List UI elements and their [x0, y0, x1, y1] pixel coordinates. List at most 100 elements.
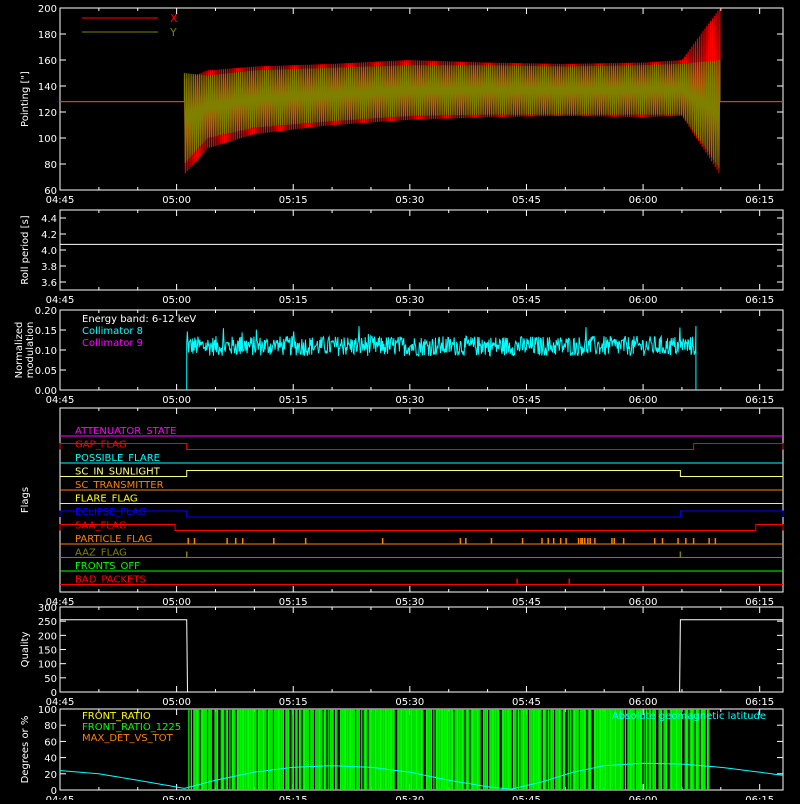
y-tick-label: 0.00 — [35, 386, 57, 397]
x-tick-label: 06:15 — [745, 395, 774, 406]
front-ratio-1225-bar — [595, 709, 597, 790]
front-ratio-1225-bar — [599, 709, 602, 790]
y-tick-label: 60 — [44, 737, 57, 748]
x-tick-label: 05:15 — [279, 597, 308, 608]
front-ratio-1225-bar — [234, 709, 236, 790]
front-ratio-1225-bar — [587, 709, 589, 790]
front-ratio-1225-bar — [267, 709, 270, 790]
front-ratio-1225-bar — [241, 709, 243, 790]
front-ratio-1225-bar — [557, 709, 559, 790]
front-ratio-1225-bar — [311, 709, 313, 790]
front-ratio-1225-bar — [353, 709, 355, 790]
front-ratio-1225-bar — [420, 709, 423, 790]
front-ratio-1225-bar — [341, 709, 343, 790]
front-ratio-1225-bar — [512, 709, 515, 790]
front-ratio-1225-bar — [577, 709, 579, 790]
front-ratio-1225-bar — [604, 709, 607, 790]
x-tick-label: 05:30 — [395, 597, 424, 608]
front-ratio-1225-bar — [399, 709, 401, 790]
front-ratio-1225-bar — [351, 709, 353, 790]
y-tick-label: 4.4 — [41, 214, 57, 225]
front-ratio-1225-bar — [335, 709, 337, 790]
front-ratio-1225-bar — [478, 709, 480, 790]
front-ratio-1225-bar — [305, 709, 307, 790]
front-ratio-1225-bar — [315, 709, 317, 790]
y-tick-label: 200 — [38, 631, 57, 642]
front-ratio-1225-bar — [320, 709, 322, 790]
front-ratio-1225-bar — [264, 709, 266, 790]
front-ratio-1225-bar — [596, 709, 598, 790]
front-ratio-1225-bar — [345, 709, 347, 790]
x-tick-label: 06:15 — [745, 597, 774, 608]
front-ratio-1225-bar — [540, 709, 542, 790]
y-tick-label: 200 — [38, 4, 57, 15]
front-ratio-1225-bar — [525, 709, 527, 790]
front-ratio-1225-bar — [317, 709, 319, 790]
front-ratio-1225-bar — [281, 709, 283, 790]
front-ratio-1225-bar — [485, 709, 487, 790]
front-ratio-1225-bar — [532, 709, 535, 790]
front-ratio-1225-bar — [245, 709, 247, 790]
front-ratio-1225-bar — [188, 709, 190, 790]
front-ratio-1225-bar — [214, 709, 216, 790]
front-ratio-1225-bar — [479, 709, 481, 790]
front-ratio-1225-bar — [454, 709, 456, 790]
front-ratio-1225-bar — [194, 709, 196, 790]
front-ratio-1225-bar — [522, 709, 525, 790]
y-axis-label: Flags — [20, 487, 31, 513]
x-tick-label: 05:30 — [395, 697, 424, 708]
legend-label: X — [170, 12, 178, 25]
flag-label: SAA_FLAG — [75, 521, 126, 532]
front-ratio-1225-bar — [588, 709, 591, 790]
front-ratio-1225-bar — [252, 709, 255, 790]
y-tick-label: 300 — [38, 603, 57, 614]
front-ratio-1225-bar — [347, 709, 349, 790]
front-ratio-1225-bar — [545, 709, 547, 790]
front-ratio-1225-bar — [422, 709, 424, 790]
front-ratio-1225-bar — [475, 709, 477, 790]
front-ratio-1225-bar — [493, 709, 495, 790]
flag-label: FLARE_FLAG — [75, 494, 138, 505]
rhessi-quicklook-figure: 04:45 05:00 05:15 05:30 05:45 06:00 06:15 Point… — [0, 0, 800, 804]
front-ratio-1225-bar — [244, 709, 246, 790]
front-ratio-1225-bar — [535, 709, 537, 790]
front-ratio-1225-bar — [323, 709, 326, 790]
front-ratio-1225-bar — [383, 709, 385, 790]
x-tick-label: 06:00 — [629, 395, 658, 406]
front-ratio-1225-bar — [530, 709, 532, 790]
front-ratio-1225-bar — [514, 709, 516, 790]
x-tick-label: 05:45 — [512, 795, 541, 800]
front-ratio-1225-bar — [560, 709, 562, 790]
y-tick-label: 100 — [38, 134, 57, 145]
legend-label: MAX_DET_VS_TOT — [82, 733, 174, 744]
front-ratio-1225-bar — [257, 709, 260, 790]
x-tick-label: 05:00 — [162, 597, 191, 608]
front-ratio-1225-bar — [474, 709, 476, 790]
front-ratio-1225-bar — [458, 709, 460, 790]
front-ratio-1225-bar — [573, 709, 576, 790]
front-ratio-1225-bar — [412, 709, 414, 790]
x-tick-label: 05:00 — [162, 195, 191, 206]
front-ratio-1225-bar — [292, 709, 294, 790]
front-ratio-1225-bar — [520, 709, 522, 790]
x-tick-label: 05:45 — [512, 597, 541, 608]
front-ratio-1225-bar — [295, 709, 297, 790]
front-ratio-1225-bar — [391, 709, 393, 790]
front-ratio-1225-bar — [405, 709, 408, 790]
front-ratio-1225-bar — [597, 709, 599, 790]
front-ratio-1225-bar — [200, 709, 202, 790]
front-ratio-1225-bar — [483, 709, 485, 790]
front-ratio-1225-bar — [393, 709, 395, 790]
front-ratio-1225-bar — [456, 709, 459, 790]
front-ratio-1225-bar — [303, 709, 306, 790]
front-ratio-1225-bar — [409, 709, 411, 790]
front-ratio-1225-bar — [536, 709, 538, 790]
front-ratio-1225-bar — [490, 709, 492, 790]
front-ratio-1225-bar — [494, 709, 496, 790]
front-ratio-1225-bar — [307, 709, 309, 790]
front-ratio-1225-bar — [310, 709, 312, 790]
flag-label: POSSIBLE_FLARE — [75, 453, 160, 464]
front-ratio-1225-bar — [262, 709, 265, 790]
x-tick-label: 05:15 — [279, 697, 308, 708]
front-ratio-1225-bar — [376, 709, 378, 790]
